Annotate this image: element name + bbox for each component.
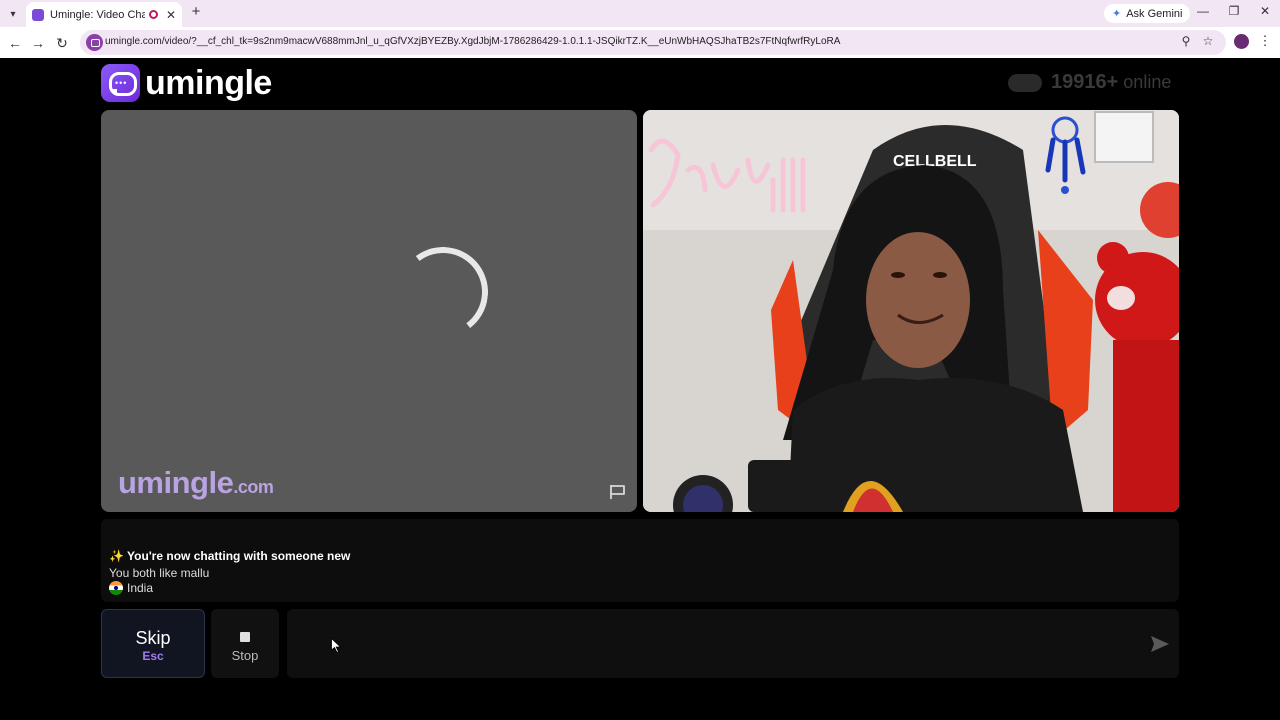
- recording-indicator-icon: [148, 10, 158, 19]
- local-video-panel: umingle.com: [101, 110, 637, 512]
- send-icon[interactable]: [1150, 635, 1170, 653]
- browser-menu-icon[interactable]: ⋮: [1258, 33, 1272, 51]
- browser-tab[interactable]: Umingle: Video Chat with S ✕: [26, 2, 182, 27]
- tab-title: Umingle: Video Chat with S: [50, 8, 145, 21]
- tab-search-chevron-icon[interactable]: ▾: [4, 5, 22, 23]
- restore-icon[interactable]: ❐: [1224, 4, 1244, 22]
- minimize-icon[interactable]: —: [1193, 4, 1213, 22]
- url-text[interactable]: umingle.com/video/?__cf_chl_tk=9s2nm9mac…: [105, 36, 840, 47]
- online-indicator: 19916+ online: [1008, 71, 1171, 94]
- online-label: online: [1123, 72, 1172, 92]
- partner-country: India: [109, 581, 153, 595]
- india-flag-icon: [109, 581, 123, 595]
- gemini-sparkle-icon: ✦: [1112, 8, 1122, 20]
- back-arrow-icon[interactable]: ←: [6, 34, 24, 52]
- skip-button[interactable]: Skip Esc: [101, 609, 205, 678]
- ask-gemini-button[interactable]: ✦ Ask Gemini: [1104, 4, 1191, 23]
- stop-label: Stop: [231, 648, 259, 663]
- umingle-watermark: umingle.com: [118, 465, 274, 501]
- stranger-video-feed: CELLBELL: [643, 110, 1179, 512]
- loading-spinner-icon: [392, 241, 494, 343]
- close-window-icon[interactable]: ✕: [1255, 4, 1275, 22]
- browser-tab-strip: ▾ Umingle: Video Chat with S ✕ + ✦ Ask G…: [0, 0, 1280, 27]
- remote-video-panel: CELLBELL: [643, 110, 1179, 512]
- watermark-main: umingle: [118, 465, 234, 500]
- skip-shortcut: Esc: [142, 649, 164, 663]
- tab-close-icon[interactable]: ✕: [166, 8, 176, 22]
- brand-name: umingle: [145, 63, 272, 102]
- new-tab-plus-icon[interactable]: +: [188, 4, 204, 20]
- forward-arrow-icon[interactable]: →: [29, 34, 47, 52]
- profile-avatar[interactable]: [1234, 34, 1249, 49]
- umingle-logo[interactable]: ••• umingle: [101, 63, 272, 103]
- chat-bubble-logo-icon: •••: [101, 64, 140, 102]
- mouse-cursor-icon: [331, 638, 341, 653]
- report-flag-icon[interactable]: [609, 484, 627, 500]
- umingle-page: ••• umingle 19916+ online umingle.com CE…: [0, 58, 1280, 720]
- country-name: India: [127, 581, 154, 595]
- reload-icon[interactable]: ↻: [53, 34, 71, 52]
- theme-toggle[interactable]: [1008, 73, 1042, 92]
- ask-gemini-label: Ask Gemini: [1126, 7, 1183, 20]
- browser-toolbar: ← → ↻ umingle.com/video/?__cf_chl_tk=9s2…: [0, 27, 1280, 58]
- address-bar[interactable]: umingle.com/video/?__cf_chl_tk=9s2nm9mac…: [80, 30, 1226, 55]
- new-partner-message: ✨ You're now chatting with someone new: [109, 549, 351, 563]
- watermark-domain: .com: [233, 477, 274, 497]
- skip-label: Skip: [135, 628, 171, 648]
- stop-square-icon: [240, 632, 250, 642]
- stop-button[interactable]: Stop: [211, 609, 279, 678]
- online-count: 19916+: [1051, 71, 1119, 93]
- umingle-favicon-icon: [32, 8, 44, 21]
- message-input[interactable]: [287, 609, 1179, 678]
- common-interest-message: You both like mallu: [109, 566, 210, 580]
- bookmark-star-icon[interactable]: ☆: [1200, 34, 1216, 50]
- site-info-icon[interactable]: [86, 34, 103, 51]
- zoom-icon[interactable]: ⚲: [1178, 34, 1194, 50]
- chat-log: ✨ You're now chatting with someone new Y…: [101, 519, 1179, 602]
